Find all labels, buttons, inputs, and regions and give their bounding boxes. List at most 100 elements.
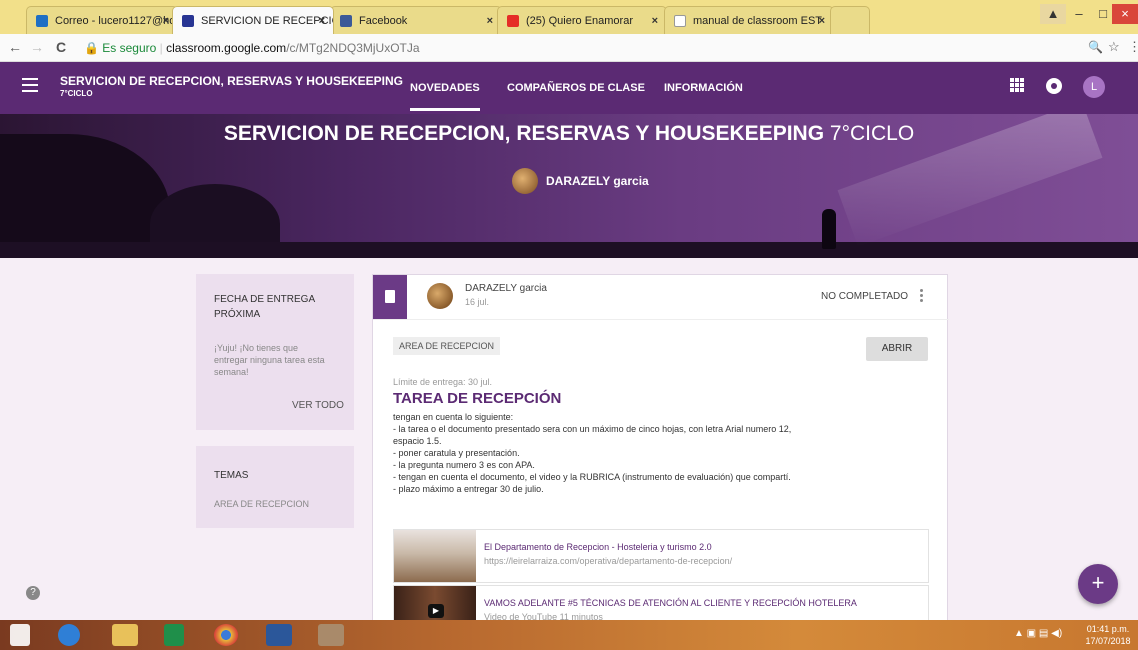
forward-button[interactable]: → [30, 39, 44, 55]
windows-taskbar: ▲ ▣ ▤ ◀) 01:41 p.m. 17/07/2018 [0, 620, 1138, 650]
topic-item[interactable]: AREA DE RECEPCION [214, 498, 309, 510]
post-header: DARAZELY garcia 16 jul. NO COMPLETADO [373, 275, 949, 320]
description-line: - poner caratula y presentación. [393, 448, 520, 458]
windows-start-icon[interactable] [10, 624, 30, 646]
topic-chip: AREA DE RECEPCION [393, 337, 501, 355]
banner-title-cycle: 7°CICLO [829, 122, 915, 145]
user-profile-icon[interactable]: ▲ [1040, 4, 1066, 24]
clock-date: 17/07/2018 [1085, 636, 1131, 646]
browser-tab-classroom[interactable]: SERVICION DE RECEPCIO × [172, 6, 334, 34]
attachment-thumbnail [394, 530, 476, 582]
lock-icon: 🔒 [84, 41, 99, 55]
classroom-icon [182, 15, 194, 27]
chrome-icon[interactable] [214, 624, 238, 646]
banner-title-main: SERVICION DE RECEPCION, RESERVAS Y HOUSE… [223, 122, 825, 145]
tab-label: (25) Quiero Enamorar [526, 15, 633, 27]
more-options-icon[interactable] [920, 289, 923, 303]
class-subtitle: 7°CICLO [60, 89, 93, 98]
close-tab-icon[interactable]: × [163, 7, 169, 34]
author-avatar [427, 283, 453, 309]
description-line: tengan en cuenta lo siguiente: [393, 412, 514, 422]
youtube-icon [507, 15, 519, 27]
tab-companeros[interactable]: COMPAÑEROS DE CLASE [507, 82, 645, 94]
store-icon[interactable] [164, 624, 184, 646]
user-avatar[interactable]: L [1083, 76, 1105, 98]
close-window-button[interactable]: × [1112, 4, 1138, 24]
open-button[interactable]: ABRIR [866, 337, 928, 361]
internet-explorer-icon[interactable] [58, 624, 80, 646]
description-line: espacio 1.5. [393, 436, 442, 446]
upcoming-text: ¡Yuju! ¡No tienes que entregar ninguna t… [214, 343, 325, 377]
url-host: classroom.google.com [166, 41, 287, 55]
assignment-post: DARAZELY garcia 16 jul. NO COMPLETADO AR… [372, 274, 949, 650]
minimize-button[interactable]: – [1066, 4, 1092, 24]
clock-time: 01:41 p.m. [1086, 624, 1130, 634]
account-circle-icon[interactable] [1046, 78, 1062, 94]
attachment-link[interactable]: El Departamento de Recepcion - Hosteleri… [393, 529, 929, 583]
upcoming-card: FECHA DE ENTREGA PRÓXIMA ¡Yuju! ¡No tien… [196, 274, 354, 430]
due-date: Límite de entrega: 30 jul. [393, 377, 493, 387]
browser-menu-icon[interactable]: ⋮ [1128, 39, 1138, 55]
browser-tab-correo[interactable]: Correo - lucero1127@ho × [26, 6, 178, 34]
address-bar: ← → C 🔒 Es seguro | classroom.google.com… [0, 34, 1138, 62]
class-title[interactable]: SERVICION DE RECEPCION, RESERVAS Y HOUSE… [60, 74, 403, 88]
tab-label: Facebook [359, 15, 408, 27]
tab-informacion[interactable]: INFORMACIÓN [664, 82, 743, 94]
close-tab-icon[interactable]: × [319, 7, 325, 34]
completion-status: NO COMPLETADO [821, 291, 909, 302]
teacher-name: DARAZELY garcia [546, 174, 649, 188]
word-icon[interactable] [266, 624, 292, 646]
upcoming-title: FECHA DE ENTREGA PRÓXIMA [214, 294, 315, 320]
browser-tab-facebook[interactable]: Facebook × [330, 6, 502, 34]
assignment-title[interactable]: TAREA DE RECEPCIÓN [393, 390, 561, 407]
facebook-icon [340, 15, 352, 27]
attachment-title: VAMOS ADELANTE #5 TÉCNICAS DE ATENCIÓN A… [484, 598, 857, 608]
zoom-icon[interactable]: 🔍 [1088, 40, 1103, 54]
taskbar-clock[interactable]: 01:41 p.m. 17/07/2018 [1080, 623, 1136, 647]
post-author: DARAZELY garcia [465, 283, 547, 294]
url-input[interactable]: 🔒 Es seguro | classroom.google.com/c/MTg… [84, 37, 1104, 59]
bookmark-star-icon[interactable]: ☆ [1108, 39, 1120, 55]
banner-teacher: DARAZELY garcia [512, 166, 649, 196]
teacher-avatar [512, 168, 538, 194]
banner-rock-shape [0, 134, 170, 258]
classroom-header: SERVICION DE RECEPCION, RESERVAS Y HOUSE… [0, 62, 1138, 114]
description-line: - plazo máximo a entregar 30 de julio. [393, 484, 544, 494]
document-icon [674, 15, 686, 27]
help-icon[interactable]: ? [26, 586, 40, 600]
tab-label: SERVICION DE RECEPCIO [201, 15, 334, 27]
banner-title: SERVICION DE RECEPCION, RESERVAS Y HOUSE… [0, 122, 1138, 146]
reload-button[interactable]: C [56, 39, 66, 55]
system-tray-icons[interactable]: ▲ ▣ ▤ ◀) [1014, 628, 1062, 639]
close-tab-icon[interactable]: × [819, 7, 825, 34]
hamburger-menu-icon[interactable] [22, 78, 38, 92]
view-all-link[interactable]: VER TODO [292, 398, 344, 413]
new-tab-button[interactable] [830, 6, 870, 34]
close-tab-icon[interactable]: × [487, 7, 493, 34]
post-date: 16 jul. [465, 297, 490, 307]
play-icon: ▶ [428, 604, 444, 618]
paint-icon[interactable] [318, 624, 344, 646]
topics-card: TEMAS AREA DE RECEPCION [196, 446, 354, 528]
banner-ground-shape [0, 242, 1138, 258]
tab-label: Correo - lucero1127@ho [55, 15, 176, 27]
tab-novedades[interactable]: NOVEDADES [410, 82, 480, 111]
close-tab-icon[interactable]: × [652, 7, 658, 34]
browser-tab-youtube[interactable]: (25) Quiero Enamorar × [497, 6, 667, 34]
description-line: - tengan en cuenta el documento, el vide… [393, 472, 791, 482]
create-fab-button[interactable]: + [1078, 564, 1118, 604]
browser-tab-manual[interactable]: manual de classroom EST × [664, 6, 834, 34]
attachment-url: https://leirelarraiza.com/operativa/depa… [484, 556, 733, 566]
attachment-title: El Departamento de Recepcion - Hosteleri… [484, 542, 712, 552]
assignment-icon [373, 275, 407, 319]
file-explorer-icon[interactable] [112, 624, 138, 646]
description-line: - la pregunta numero 3 es con APA. [393, 460, 535, 470]
description-line: - la tarea o el documento presentado ser… [393, 424, 792, 434]
apps-grid-icon[interactable] [1010, 78, 1024, 92]
topics-title: TEMAS [214, 470, 249, 481]
assignment-description: tengan en cuenta lo siguiente: - la tare… [393, 411, 913, 495]
back-button[interactable]: ← [8, 39, 22, 55]
tab-label: manual de classroom EST [693, 15, 822, 27]
mail-icon [36, 15, 48, 27]
class-banner: SERVICION DE RECEPCION, RESERVAS Y HOUSE… [0, 114, 1138, 258]
